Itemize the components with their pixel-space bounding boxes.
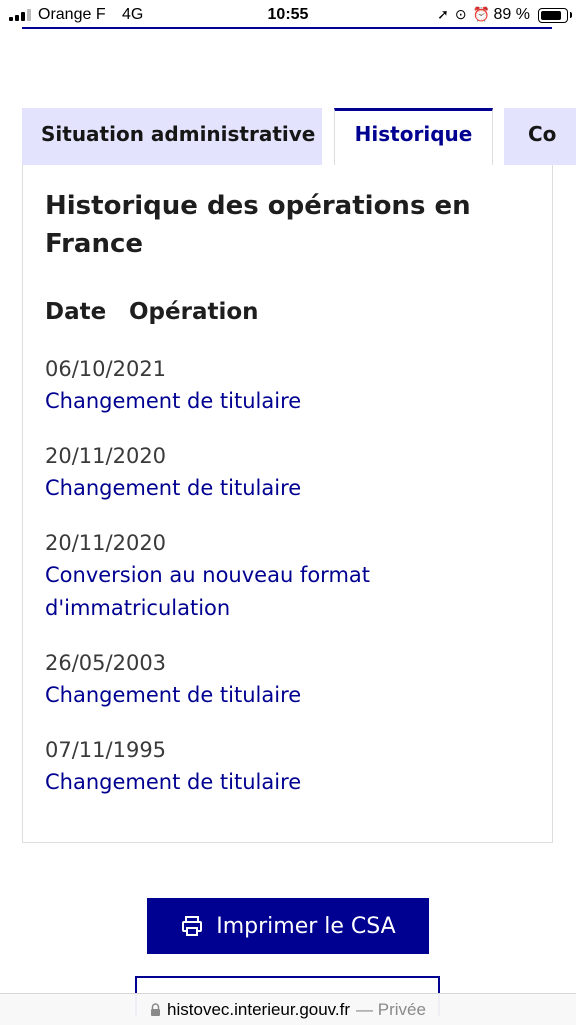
battery-percent: 89 % [493,6,530,23]
operation-link[interactable]: Changement de titulaire [45,679,525,712]
battery-level [541,11,561,20]
historique-panel: Historique des opérations en France Date… [22,165,553,843]
operation-date: 06/10/2021 [45,357,167,381]
column-header-date: Date [45,299,107,325]
alarm-icon: ⏰ [472,6,490,22]
header-divider [22,27,552,29]
operation-date: 26/05/2003 [45,651,167,675]
operations-list: 06/10/2021 Changement de titulaire 20/11/2… [45,353,525,821]
printer-icon [182,916,203,936]
url-bar[interactable]: histovec.interieur.gouv.fr — Privée [0,993,576,1025]
operation-link[interactable]: Conversion au nouveau format d'immatricu… [45,559,525,625]
operation-link[interactable]: Changement de titulaire [45,766,525,799]
lock-icon [151,1003,161,1016]
tab-partial[interactable]: Co [504,108,576,165]
tab-historique[interactable]: Historique [334,108,493,165]
operation-item: 06/10/2021 Changement de titulaire [45,353,525,418]
column-header-operation: Opération [129,299,259,325]
operation-date: 20/11/2020 [45,531,167,555]
operation-item: 07/11/1995 Changement de titulaire [45,734,525,799]
tab-situation-administrative[interactable]: Situation administrative [22,108,322,165]
status-icons: ➚ ⊙ ⏰ [437,6,490,23]
operation-date: 20/11/2020 [45,444,167,468]
operation-item: 26/05/2003 Changement de titulaire [45,647,525,712]
tab-bar: Situation administrative Historique Co [22,108,576,165]
operation-date: 07/11/1995 [45,738,167,762]
operation-item: 20/11/2020 Changement de titulaire [45,440,525,505]
private-browsing-label: — Privée [356,999,426,1019]
print-csa-label: Imprimer le CSA [216,913,396,939]
url-domain: histovec.interieur.gouv.fr [167,999,351,1019]
print-csa-button[interactable]: Imprimer le CSA [147,898,429,954]
status-bar: Orange F 4G 10:55 ➚ ⊙ ⏰ 89 % [0,0,576,30]
operation-link[interactable]: Changement de titulaire [45,472,525,505]
location-icon: ➚ [437,6,449,22]
orientation-lock-icon: ⊙ [454,6,467,22]
operation-link[interactable]: Changement de titulaire [45,385,525,418]
panel-title: Historique des opérations en France [45,191,471,259]
battery-icon [538,8,572,23]
operation-item: 20/11/2020 Conversion au nouveau format d… [45,527,525,625]
